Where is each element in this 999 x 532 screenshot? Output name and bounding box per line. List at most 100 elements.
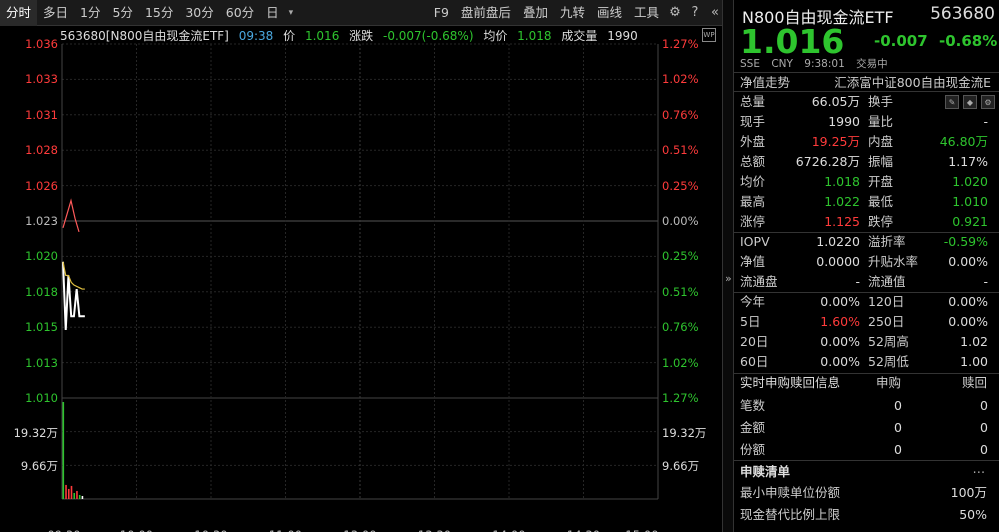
quote-label: 流通盘 (740, 274, 778, 289)
quote-time: 9:38:01 (804, 58, 845, 70)
tab-15min[interactable]: 15分 (139, 0, 179, 26)
x-tick-label: 13:30 (418, 528, 451, 532)
quote-value: 1.17% (948, 154, 988, 169)
list-row: 现金替代比例上限 50% (734, 505, 999, 525)
more-icon[interactable]: ⋯ (973, 462, 986, 482)
y-tick-label-left: 1.028 (25, 143, 58, 158)
quote-label: 今年 (740, 294, 766, 309)
volume-bar (65, 484, 67, 499)
quote-label: 52周高 (868, 334, 909, 349)
intraday-chart[interactable]: 563680[N800自由现金流ETF] 09:38 价 1.016 涨跌 -0… (0, 26, 722, 532)
divider (734, 460, 999, 461)
quote-value: 1.022 (824, 194, 860, 209)
quote-value: 0.00% (948, 294, 988, 309)
quote-label: 20日 (740, 334, 769, 349)
period-dropdown-caret[interactable]: ▾ (285, 8, 298, 18)
settings-icon[interactable]: ⚙ (981, 95, 995, 109)
redeem-row: 笔数 0 0 (734, 396, 999, 416)
quote-label: 涨停 (740, 214, 766, 229)
redeem-subscribe-value: 0 (894, 442, 902, 457)
x-tick-label: 11:00 (269, 528, 302, 532)
tab-30min[interactable]: 30分 (179, 0, 219, 26)
quote-row: 今年 0.00% 120日 0.00% (734, 292, 999, 312)
volume-tick-label-left: 9.66万 (20, 459, 58, 474)
quote-label: 最高 (740, 194, 766, 209)
fund-full-name: 汇添富中证800自由现金流E (834, 75, 991, 90)
draw-line-button[interactable]: 画线 (591, 0, 628, 26)
tab-60min[interactable]: 60分 (220, 0, 260, 26)
quote-value: 1.018 (824, 174, 860, 189)
price-line (62, 261, 85, 330)
y-tick-label-left: 1.026 (25, 178, 58, 193)
volume-bar (73, 492, 76, 499)
quote-value: 1.010 (952, 194, 988, 209)
chart-canvas (61, 43, 659, 500)
quote-label: 开盘 (868, 174, 894, 189)
volume-tick-label-right: 19.32万 (662, 425, 707, 440)
redeem-redeem-value: 0 (980, 420, 988, 435)
volume-tick-label-right: 9.66万 (662, 459, 700, 474)
nine-turn-button[interactable]: 九转 (554, 0, 591, 26)
quote-label: 52周低 (868, 354, 909, 369)
tools-button[interactable]: 工具 (628, 0, 665, 26)
quote-label: 升贴水率 (868, 254, 919, 269)
y-tick-label-right: 0.00% (662, 214, 699, 228)
gear-icon[interactable]: ⚙ (665, 0, 685, 26)
overlay-button[interactable]: 叠加 (517, 0, 554, 26)
quote-value: 0.00% (948, 254, 988, 269)
quote-value: - (855, 274, 860, 289)
alert-icon[interactable]: ◆ (963, 95, 977, 109)
tab-daily[interactable]: 日 (260, 0, 285, 26)
quote-label: IOPV (740, 234, 770, 249)
avg-price-line (62, 261, 85, 290)
volume-bar (67, 488, 70, 499)
expand-arrow-icon[interactable]: » (725, 272, 732, 285)
tab-multi-day[interactable]: 多日 (37, 0, 74, 26)
quote-value: 66.05万 (811, 94, 860, 109)
quote-value: 1.0220 (816, 234, 860, 249)
trading-status: 交易中 (856, 58, 888, 70)
price-change: -0.007 (874, 32, 928, 50)
list-label: 现金替代比例上限 (740, 507, 841, 522)
tab-1min[interactable]: 1分 (74, 0, 106, 26)
x-tick-label: 14:30 (567, 528, 600, 532)
y-tick-label-left: 1.015 (25, 320, 58, 335)
quote-label: 总量 (740, 94, 766, 109)
quote-row: 净值 0.0000 升贴水率 0.00% (734, 252, 999, 272)
redeem-col-subscribe: 申购 (876, 375, 902, 390)
y-tick-label-right: 0.76% (662, 107, 699, 122)
exchange: SSE (740, 58, 760, 70)
quote-label: 流通值 (868, 274, 906, 289)
y-tick-label-left: 1.031 (25, 107, 58, 122)
redeem-col-redeem: 赎回 (962, 375, 988, 390)
quote-label: 最低 (868, 194, 894, 209)
tab-5min[interactable]: 5分 (106, 0, 138, 26)
tab-intraday[interactable]: 分时 (0, 0, 38, 26)
nav-trend-row[interactable]: 净值走势 汇添富中证800自由现金流E (734, 72, 999, 92)
x-tick-label: 10:30 (194, 528, 227, 532)
quote-label: 120日 (868, 294, 905, 309)
quote-row: 流通盘 - 流通值 - (734, 272, 999, 292)
quote-label: 跌停 (868, 214, 894, 229)
quote-value: 1.02 (960, 334, 988, 349)
quote-label: 量比 (868, 114, 894, 129)
f9-button[interactable]: F9 (428, 0, 455, 26)
volume-bar (70, 485, 73, 499)
quote-label: 换手 (868, 94, 894, 109)
edit-icon[interactable]: ✎ (945, 95, 959, 109)
redeem-redeem-value: 0 (980, 442, 988, 457)
help-icon[interactable]: ? (685, 0, 705, 26)
quote-label: 均价 (740, 174, 766, 189)
panel-splitter[interactable]: » (722, 0, 734, 532)
quote-value: 6726.28万 (795, 154, 860, 169)
quote-label: 振幅 (868, 154, 894, 169)
list-value: 50% (959, 507, 987, 522)
quote-row: 总额 6726.28万 振幅 1.17% (734, 152, 999, 172)
list-title: 申赎清单 (740, 464, 791, 479)
y-tick-label-right: 1.02% (662, 72, 699, 87)
pre-post-market-button[interactable]: 盘前盘后 (455, 0, 517, 26)
y-tick-label-left: 1.036 (25, 37, 58, 51)
quote-row: 20日 0.00% 52周高 1.02 (734, 332, 999, 352)
nav-trend-label: 净值走势 (740, 75, 791, 90)
redeem-label: 金额 (740, 420, 766, 435)
